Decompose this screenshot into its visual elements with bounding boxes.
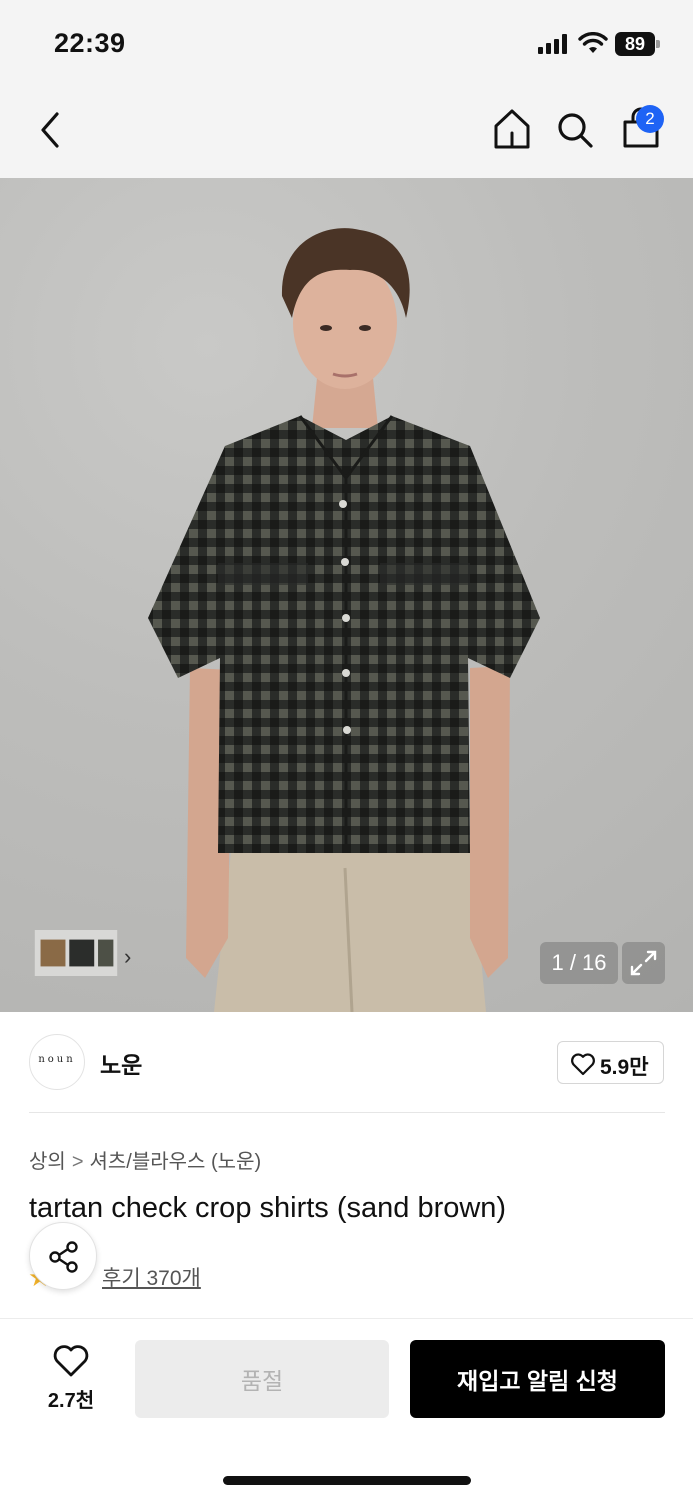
color-thumbnails[interactable] [33,930,119,976]
status-time: 22:39 [54,28,126,58]
brand-logo[interactable]: noun [29,1034,85,1090]
divider [29,1112,665,1113]
expand-icon [630,950,657,976]
battery-level: 89 [615,32,655,56]
breadcrumb-category[interactable]: 상의 [29,1151,66,1173]
battery-nub [656,40,660,48]
product-photo [148,228,540,1012]
top-area: 22:39 89 2 [0,0,693,178]
heart-icon [571,1053,595,1076]
brand-like-button[interactable]: 5.9만 [557,1041,664,1084]
battery-icon: 89 [615,32,661,56]
share-icon [49,1241,78,1273]
breadcrumb-subcategory[interactable]: 셔츠/블라우스 (노운) [90,1151,262,1173]
brand-name[interactable]: 노운 [100,1046,142,1080]
soldout-button[interactable]: 품절 [135,1340,389,1418]
chevron-right-icon[interactable]: › [124,944,131,970]
search-icon[interactable] [555,110,595,150]
review-link[interactable]: 후기 370개 [102,1262,201,1292]
back-icon[interactable] [30,106,70,154]
brand-like-count: 5.9만 [600,1056,649,1079]
wishlist-count: 2.7천 [47,1390,95,1412]
heart-icon [53,1345,89,1377]
expand-button[interactable] [622,942,665,984]
cart-count-badge: 2 [636,105,664,133]
home-icon[interactable] [490,106,534,152]
image-counter: 1 / 16 [540,942,618,984]
wishlist-button[interactable]: 2.7천 [35,1342,107,1414]
product-image[interactable] [0,178,693,1012]
breadcrumb: 상의 > 셔츠/블라우스 (노운) [29,1145,261,1174]
breadcrumb-separator: > [71,1151,84,1173]
product-title: tartan check crop shirts (sand brown) [29,1192,507,1224]
signal-icon [538,34,567,54]
wifi-icon [578,32,608,53]
home-indicator [223,1476,471,1485]
restock-alert-button[interactable]: 재입고 알림 신청 [410,1340,665,1418]
share-button[interactable] [29,1222,97,1290]
